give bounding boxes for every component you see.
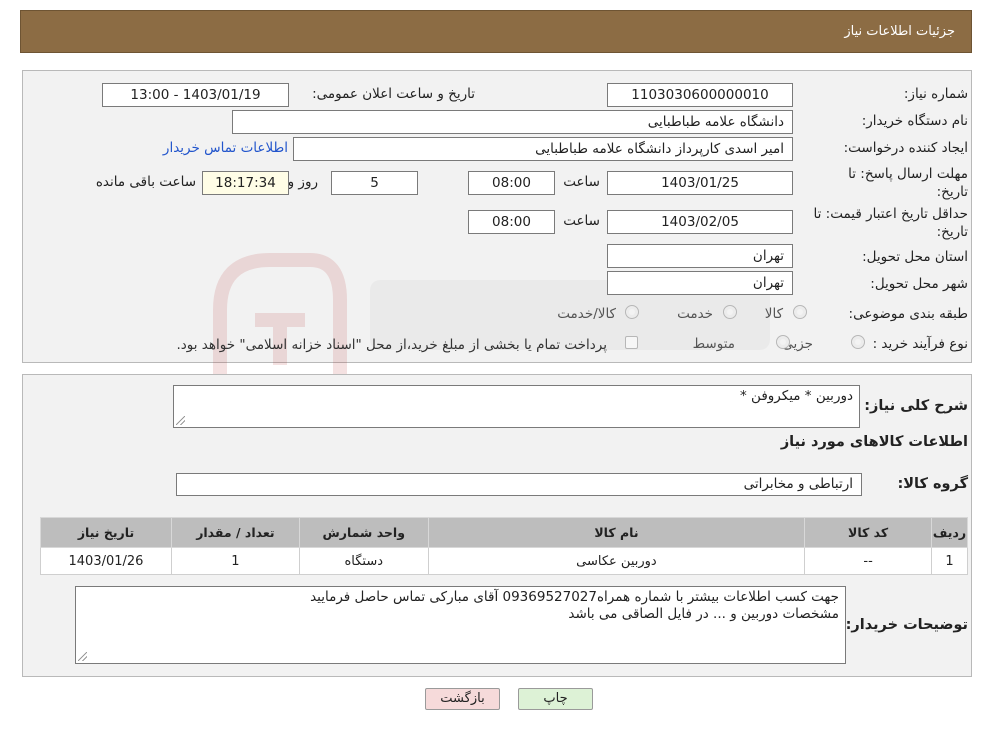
- page-title: جزئیات اطلاعات نیاز: [844, 24, 955, 39]
- announce-datetime-label: تاریخ و ساعت اعلان عمومی:: [312, 86, 475, 102]
- cell-quantity: 1: [170, 547, 300, 575]
- category-service-label: خدمت: [677, 306, 713, 322]
- treasury-bonds-checkbox[interactable]: [625, 336, 638, 349]
- resize-grip-icon[interactable]: [176, 416, 185, 425]
- category-goods-radio[interactable]: [793, 305, 807, 319]
- validity-label-line1: حداقل تاریخ اعتبار قیمت: تا: [813, 206, 968, 222]
- col-need-date: تاریخ نیاز: [40, 517, 172, 548]
- need-number-label: شماره نیاز:: [903, 86, 968, 102]
- goods-section-title: اطلاعات کالاهای مورد نیاز: [780, 434, 968, 450]
- delivery-province-label: استان محل تحویل:: [862, 249, 968, 265]
- buyer-notes-label: توضیحات خریدار:: [845, 617, 968, 633]
- goods-group-label: گروه کالا:: [897, 476, 968, 492]
- delivery-city-field: تهران: [607, 271, 793, 295]
- col-unit: واحد شمارش: [298, 517, 429, 548]
- deadline-time-field: 08:00: [468, 171, 555, 195]
- cell-row-number: 1: [931, 547, 968, 575]
- process-minor-radio[interactable]: [851, 335, 865, 349]
- validity-time-label: ساعت: [563, 213, 600, 229]
- category-goods-service-label: کالا/خدمت: [557, 306, 616, 322]
- goods-table: ردیف کد کالا نام کالا واحد شمارش تعداد /…: [40, 517, 968, 575]
- cell-unit: دستگاه: [298, 547, 429, 575]
- need-number-field: 1103030600000010: [607, 83, 793, 107]
- cell-item-name: دوربین عکاسی: [427, 547, 806, 575]
- cell-need-date: 1403/01/26: [40, 547, 172, 575]
- col-item-name: نام کالا: [427, 517, 806, 548]
- buyer-org-field: دانشگاه علامه طباطبایی: [232, 110, 793, 134]
- request-creator-label: ایجاد کننده درخواست:: [843, 140, 968, 156]
- description-textarea[interactable]: دوربین * میکروفن *: [173, 385, 860, 428]
- col-quantity: تعداد / مقدار: [170, 517, 300, 548]
- delivery-city-label: شهر محل تحویل:: [870, 276, 968, 292]
- process-medium-radio[interactable]: [776, 335, 790, 349]
- buyer-contact-link[interactable]: اطلاعات تماس خریدار: [163, 140, 288, 156]
- table-row: 1 -- دوربین عکاسی دستگاه 1 1403/01/26: [40, 547, 968, 575]
- category-service-radio[interactable]: [723, 305, 737, 319]
- validity-time-field: 08:00: [468, 210, 555, 234]
- category-label: طبقه بندی موضوعی:: [848, 306, 968, 322]
- request-creator-field: امیر اسدی کارپرداز دانشگاه علامه طباطبای…: [293, 137, 793, 161]
- deadline-time-label: ساعت: [563, 174, 600, 190]
- buyer-notes-textarea[interactable]: جهت کسب اطلاعات بیشتر با شماره همراه0936…: [75, 586, 846, 664]
- treasury-payment-note: پرداخت تمام یا بخشی از مبلغ خرید،از محل …: [176, 337, 607, 353]
- description-label: شرح کلی نیاز:: [864, 398, 968, 414]
- process-medium-label: متوسط: [692, 336, 735, 352]
- back-button[interactable]: بازگشت: [425, 688, 500, 710]
- delivery-province-field: تهران: [607, 244, 793, 268]
- description-text: دوربین * میکروفن *: [740, 388, 853, 404]
- goods-group-field: ارتباطی و مخابراتی: [176, 473, 862, 496]
- goods-table-header-row: ردیف کد کالا نام کالا واحد شمارش تعداد /…: [40, 517, 968, 548]
- buyer-notes-line2: مشخصات دوربین و ... در فایل الصاقی می با…: [568, 606, 839, 622]
- resize-grip-icon[interactable]: [78, 652, 87, 661]
- validity-label-line2: تاریخ:: [936, 224, 968, 240]
- announce-datetime-field: 1403/01/19 - 13:00: [102, 83, 289, 107]
- days-label: روز و: [287, 174, 318, 190]
- validity-date-field: 1403/02/05: [607, 210, 793, 234]
- print-button[interactable]: چاپ: [518, 688, 593, 710]
- cell-item-code: --: [804, 547, 933, 575]
- buyer-org-label: نام دستگاه خریدار:: [861, 113, 968, 129]
- category-goods-service-radio[interactable]: [625, 305, 639, 319]
- remaining-time-field: 18:17:34: [202, 171, 289, 195]
- days-remaining-field: 5: [331, 171, 418, 195]
- remaining-time-label: ساعت باقی مانده: [95, 174, 196, 190]
- deadline-label-line2: تاریخ:: [936, 184, 968, 200]
- category-goods-label: کالا: [764, 306, 783, 322]
- deadline-date-field: 1403/01/25: [607, 171, 793, 195]
- col-item-code: کد کالا: [804, 517, 933, 548]
- page-header: جزئیات اطلاعات نیاز: [20, 10, 972, 53]
- deadline-label-line1: مهلت ارسال پاسخ: تا: [848, 166, 968, 182]
- col-row-number: ردیف: [931, 517, 968, 548]
- buyer-notes-line1: جهت کسب اطلاعات بیشتر با شماره همراه0936…: [310, 589, 839, 605]
- process-type-label: نوع فرآیند خرید :: [872, 336, 968, 352]
